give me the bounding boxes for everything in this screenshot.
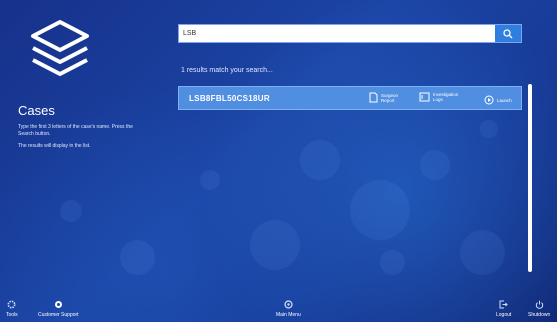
case-id: LSB8FBL50CS18UR	[189, 94, 270, 103]
help-result-note: The results will display in the list.	[18, 143, 91, 149]
support-icon	[54, 301, 62, 308]
search-button[interactable]	[495, 25, 521, 42]
search-icon	[503, 28, 513, 38]
search-bar	[178, 24, 522, 43]
investigation-logs-label: Investigation Logs	[433, 92, 459, 102]
surgeon-report-label: Surgeon Report	[381, 92, 399, 103]
play-icon	[484, 95, 494, 105]
customer-support-label: Customer Support	[38, 312, 79, 318]
launch-label: Launch	[497, 97, 512, 103]
gear-icon	[7, 300, 16, 309]
tools-button[interactable]: Tools	[6, 300, 18, 318]
launch-button[interactable]: Launch	[484, 95, 512, 105]
shutdown-button[interactable]: Shutdown	[528, 300, 550, 318]
scrollbar[interactable]	[528, 84, 532, 272]
page-title: Cases	[18, 103, 55, 118]
search-input[interactable]	[179, 25, 501, 42]
power-icon	[535, 300, 543, 309]
main-menu-label: Main Menu	[276, 312, 301, 318]
help-text: Type the first 3 letters of the case's n…	[18, 124, 143, 156]
menu-icon	[284, 300, 293, 309]
logout-icon	[499, 300, 508, 309]
logout-label: Logout	[496, 312, 512, 318]
investigation-logs-button[interactable]: Investigation Logs	[419, 92, 463, 102]
customer-support-button[interactable]: Customer Support	[38, 300, 79, 318]
document-icon	[369, 92, 378, 103]
help-instruction: Type the first 3 letters of the case's n…	[18, 124, 133, 137]
main-menu-button[interactable]: Main Menu	[276, 300, 301, 318]
list-item[interactable]: LSB8FBL50CS18UR Surgeon Report Investiga…	[178, 86, 522, 110]
image-icon	[419, 92, 430, 102]
surgeon-report-button[interactable]: Surgeon Report	[369, 92, 405, 103]
layers-logo-icon	[27, 18, 93, 80]
tools-label: Tools	[6, 312, 18, 318]
shutdown-label: Shutdown	[528, 312, 551, 318]
results-count: 1 results match your search...	[181, 67, 273, 74]
logout-button[interactable]: Logout	[496, 300, 511, 318]
